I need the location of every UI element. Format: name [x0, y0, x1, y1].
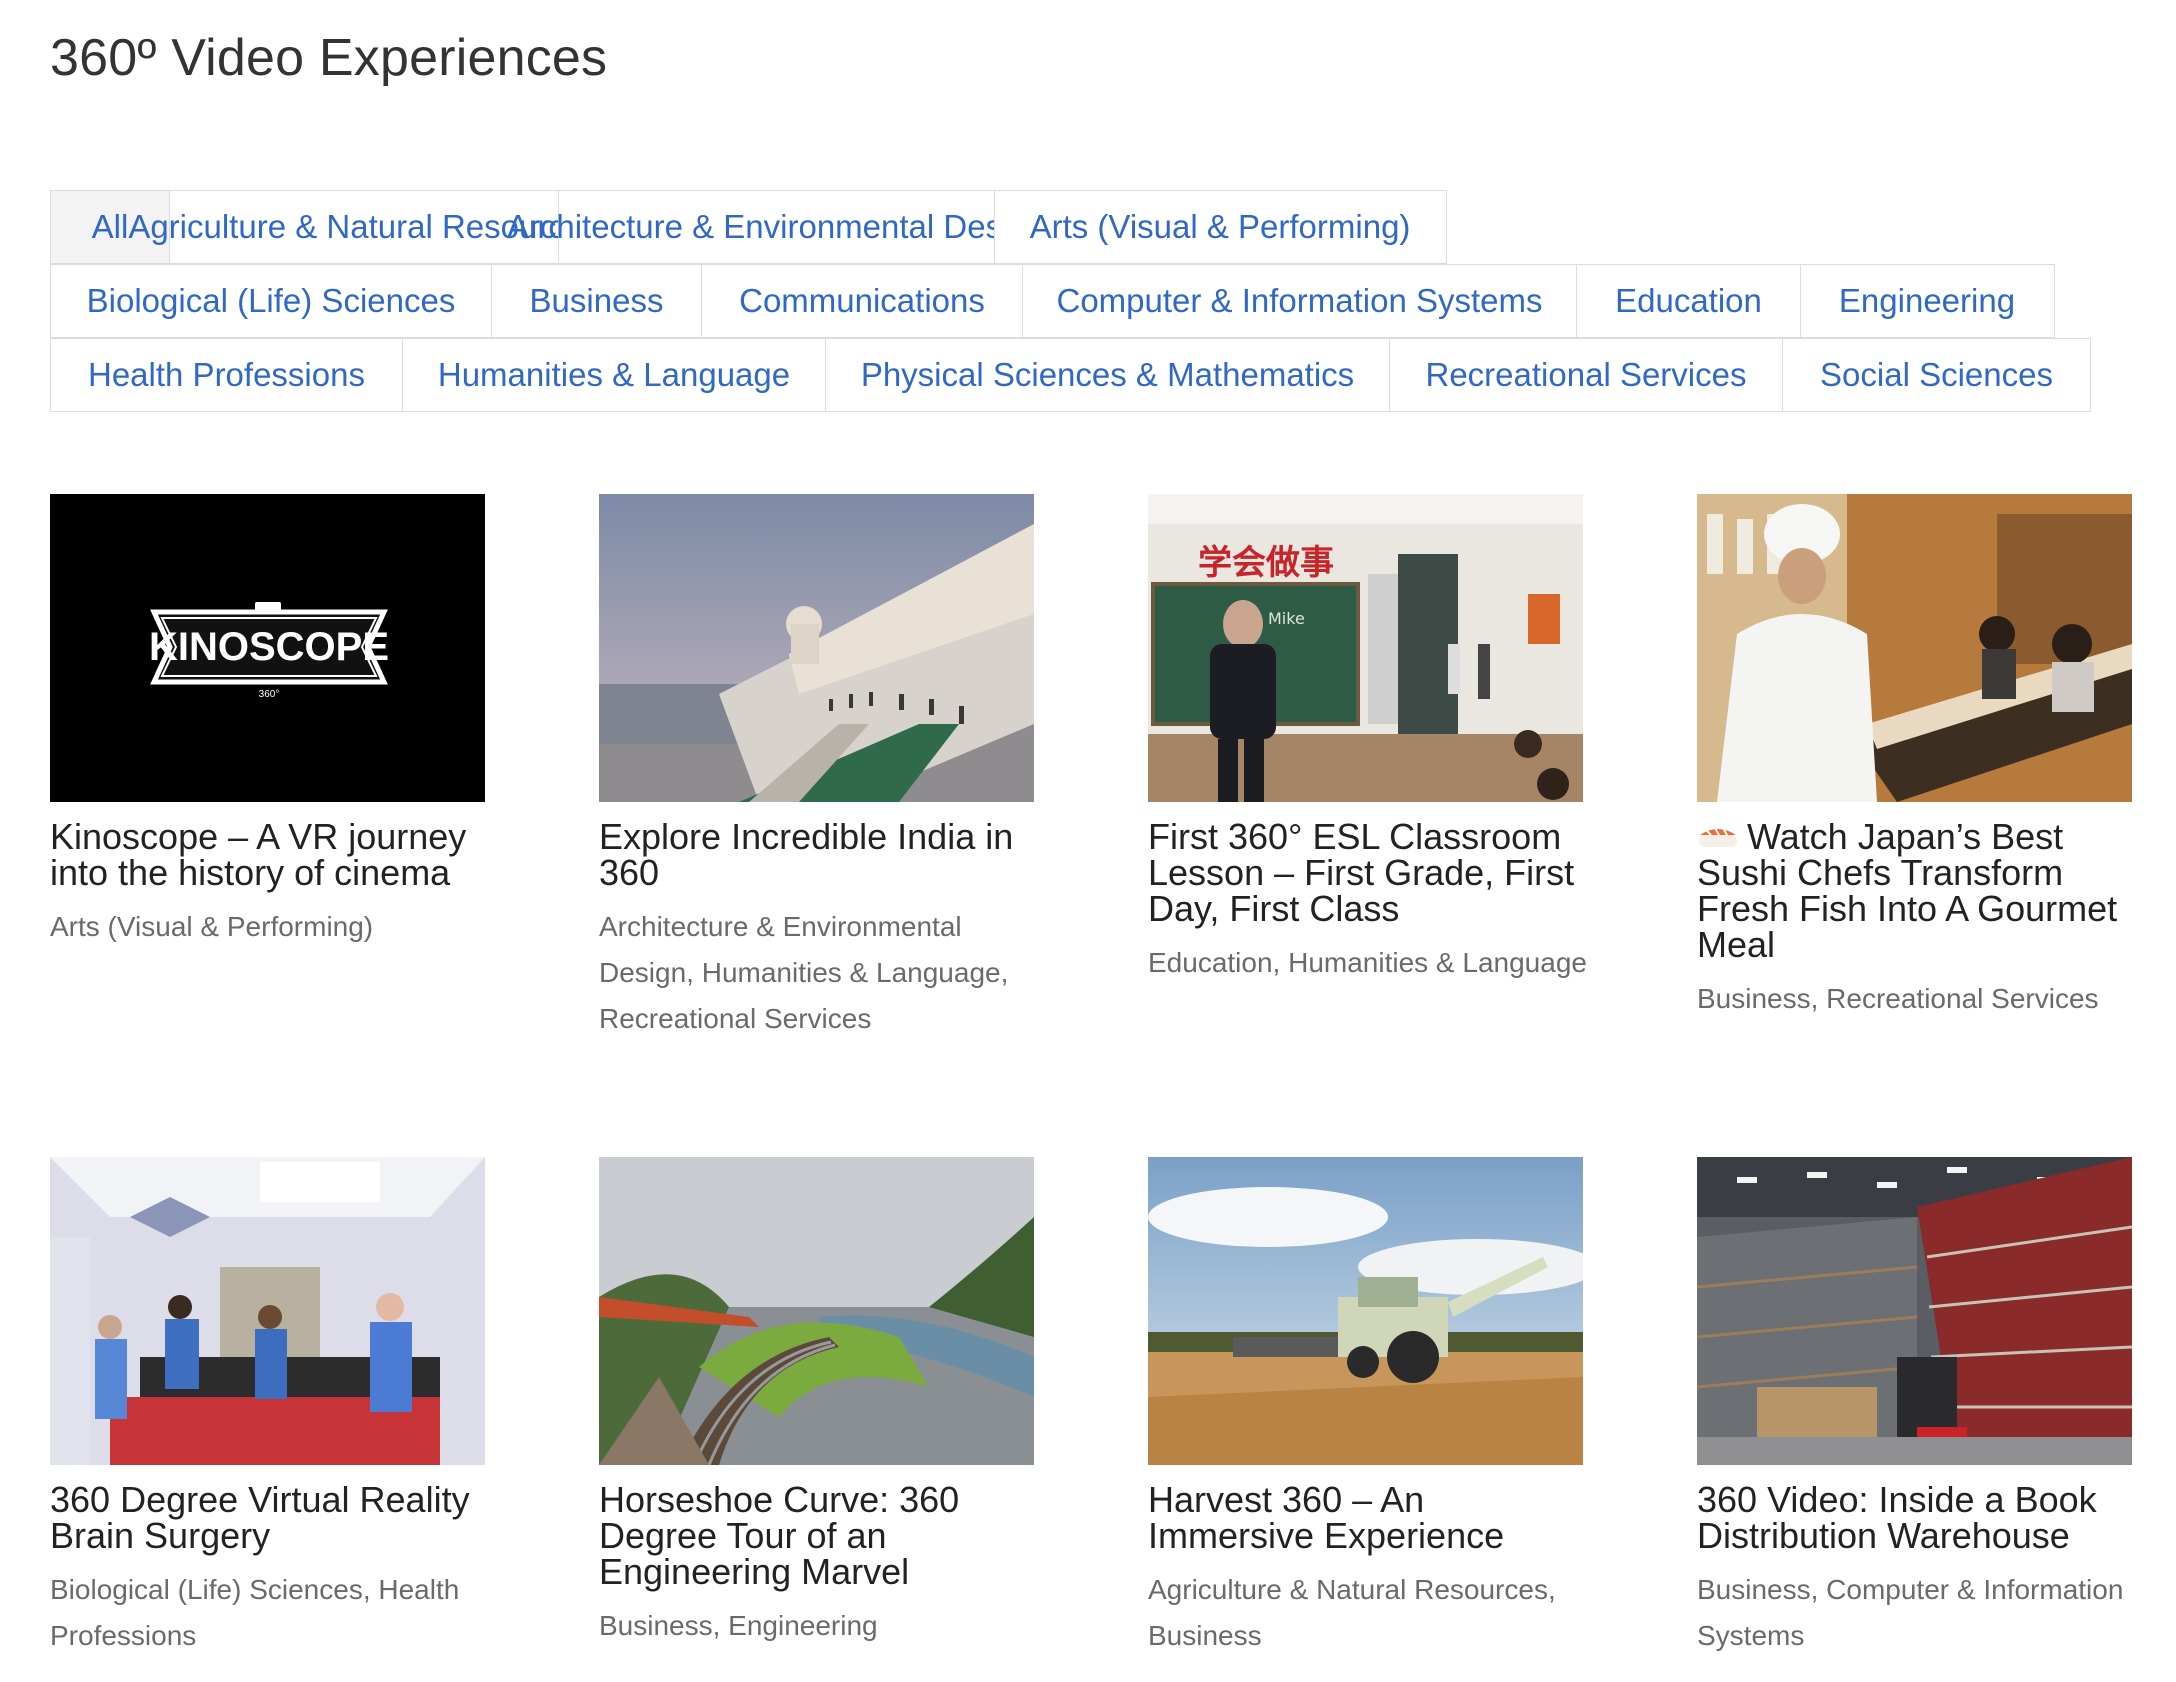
filter-recreational-services[interactable]: Recreational Services — [1388, 338, 1784, 412]
filter-health-professions[interactable]: Health Professions — [50, 338, 403, 412]
video-thumbnail[interactable] — [50, 1157, 485, 1465]
video-title[interactable]: 360 Video: Inside a Book Distribution Wa… — [1697, 1482, 2137, 1554]
filter-humanities-language[interactable]: Humanities & Language — [401, 338, 827, 412]
filter-business[interactable]: Business — [490, 264, 703, 338]
page-title: 360º Video Experiences — [50, 29, 608, 87]
video-categories: Business, Recreational Services — [1697, 983, 2099, 1014]
video-categories: Business, Computer & Information Systems — [1697, 1574, 2124, 1651]
palace-waterfront-icon — [599, 494, 1034, 802]
video-categories: Business, Engineering — [599, 1610, 878, 1641]
filter-engineering[interactable]: Engineering — [1799, 264, 2055, 338]
railroad-curve-icon — [599, 1157, 1034, 1465]
sushi-chef-icon — [1697, 494, 2132, 802]
filter-communications[interactable]: Communications — [701, 264, 1023, 338]
filter-architecture[interactable]: Architecture & Environmental Design — [507, 190, 1046, 264]
video-categories: Arts (Visual & Performing) — [50, 911, 374, 942]
video-title[interactable]: Explore Incredible India in 360 — [599, 819, 1039, 891]
filter-row-2: Biological (Life) Sciences Business Comm… — [50, 264, 2055, 338]
filter-row-1: All Agriculture & Natural Resources Arch… — [50, 190, 1447, 264]
kinoscope-logo-text: KINOSCOPE — [149, 625, 389, 669]
classroom-icon: 学会做事 Mike — [1148, 494, 1583, 802]
video-title[interactable]: Horseshoe Curve: 360 Degree Tour of an E… — [599, 1482, 1039, 1590]
filter-computer-information-systems[interactable]: Computer & Information Systems — [1021, 264, 1578, 338]
video-categories: Architecture & Environmental Design, Hum… — [599, 911, 1009, 1034]
chalkboard-text: Mike — [1268, 609, 1305, 628]
video-title[interactable]: Watch Japan’s Best Sushi Chefs Transform… — [1697, 819, 2137, 963]
video-thumbnail[interactable] — [599, 1157, 1034, 1465]
sushi-emoji-icon — [1699, 827, 1737, 847]
video-title-text: Watch Japan’s Best Sushi Chefs Transform… — [1697, 816, 2118, 965]
video-thumbnail[interactable] — [1697, 1157, 2132, 1465]
combine-harvester-icon — [1148, 1157, 1583, 1465]
video-categories: Biological (Life) Sciences, Health Profe… — [50, 1574, 460, 1651]
video-thumbnail[interactable] — [1148, 1157, 1583, 1465]
video-title[interactable]: Harvest 360 – An Immersive Experience — [1148, 1482, 1588, 1554]
filter-row-3: Health Professions Humanities & Language… — [50, 338, 2091, 412]
kinoscope-logo-subtext: 360° — [259, 689, 280, 700]
video-title[interactable]: Kinoscope – A VR journey into the histor… — [50, 819, 490, 891]
filter-social-sciences[interactable]: Social Sciences — [1782, 338, 2091, 412]
filter-physical-sciences[interactable]: Physical Sciences & Mathematics — [825, 338, 1390, 412]
video-title[interactable]: First 360° ESL Classroom Lesson – First … — [1148, 819, 1588, 927]
video-categories: Agriculture & Natural Resources, Busines… — [1148, 1574, 1556, 1651]
video-thumbnail[interactable] — [1697, 494, 2132, 802]
video-thumbnail[interactable]: 学会做事 Mike — [1148, 494, 1583, 802]
kinoscope-logo-icon: KINOSCOPE 360° — [50, 494, 485, 802]
filter-agriculture[interactable]: Agriculture & Natural Resources — [128, 190, 600, 264]
filter-education[interactable]: Education — [1576, 264, 1801, 338]
page: 360º Video Experiences All Agriculture &… — [0, 0, 2176, 1682]
operating-room-icon — [50, 1157, 485, 1465]
warehouse-icon — [1697, 1157, 2132, 1465]
filter-arts[interactable]: Arts (Visual & Performing) — [993, 190, 1447, 264]
video-categories: Education, Humanities & Language — [1148, 947, 1587, 978]
video-thumbnail[interactable]: KINOSCOPE 360° — [50, 494, 485, 802]
filter-biological-sciences[interactable]: Biological (Life) Sciences — [50, 264, 492, 338]
classroom-banner-text: 学会做事 — [1198, 543, 1334, 583]
video-title[interactable]: 360 Degree Virtual Reality Brain Surgery — [50, 1482, 490, 1554]
video-thumbnail[interactable] — [599, 494, 1034, 802]
